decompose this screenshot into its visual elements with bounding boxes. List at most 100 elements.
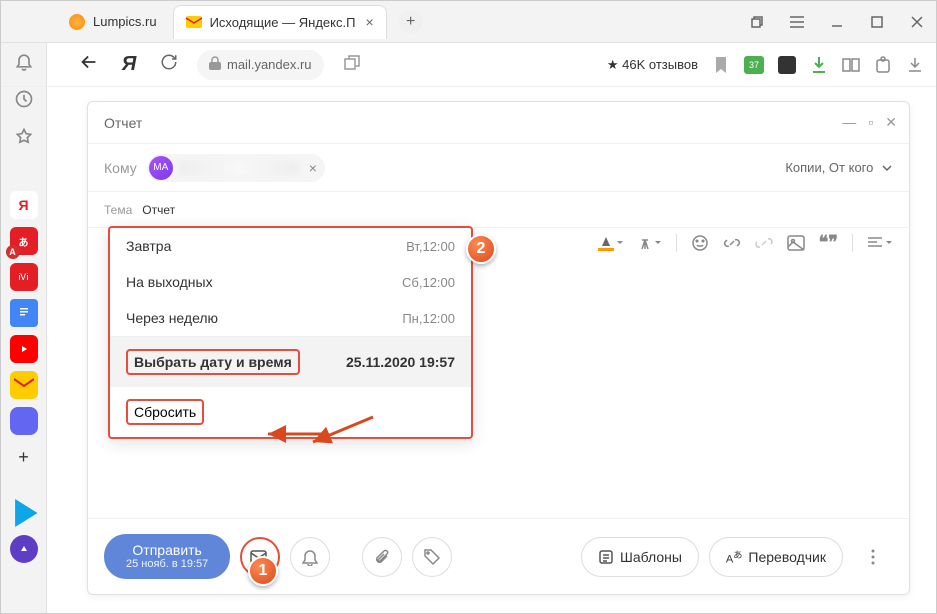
tab-title: Исходящие — Яндекс.П	[210, 15, 356, 30]
address-text: mail.yandex.ru	[227, 57, 312, 72]
callout-badge-1: 1	[248, 556, 278, 586]
tab-yandex-mail[interactable]: Исходящие — Яндекс.П ×	[173, 5, 387, 39]
lock-icon	[209, 56, 221, 73]
recipient-name-blurred	[179, 161, 299, 175]
add-app-icon[interactable]: +	[10, 443, 38, 471]
compose-bottom-bar: Отправить 25 нояб. в 19:57 Шаблоны	[88, 518, 909, 594]
schedule-option-weekend[interactable]: На выходных Сб,12:00	[110, 264, 471, 300]
window-controls	[746, 1, 928, 43]
minimize-icon[interactable]	[826, 11, 848, 33]
compose-close-icon[interactable]: ✕	[885, 114, 897, 131]
recipient-avatar: MA	[149, 156, 173, 180]
quote-icon[interactable]: ❝❞	[819, 232, 838, 253]
schedule-option-label: Через неделю	[126, 310, 218, 326]
schedule-custom-label: Выбрать дату и время	[126, 349, 300, 375]
maximize-icon[interactable]	[866, 11, 888, 33]
schedule-option-time: Вт,12:00	[406, 239, 455, 254]
tab-bar: Lumpics.ru Исходящие — Яндекс.П × +	[1, 1, 936, 43]
templates-button[interactable]: Шаблоны	[581, 537, 699, 577]
menu-icon[interactable]	[786, 11, 808, 33]
ivi-app-icon[interactable]: ᎥᏙᎥ	[10, 263, 38, 291]
compose-to-row: Кому MA × Копии, От кого	[88, 144, 909, 192]
copies-toggle[interactable]: Копии, От кого	[785, 160, 893, 175]
compose-expand-icon[interactable]: ▫	[868, 114, 873, 131]
schedule-option-label: На выходных	[126, 274, 213, 290]
schedule-option-label: Завтра	[126, 238, 171, 254]
app-icon[interactable]	[10, 407, 38, 435]
send-sublabel: 25 нояб. в 19:57	[126, 558, 208, 571]
reminder-button[interactable]	[290, 537, 330, 577]
extensions-icon[interactable]	[874, 56, 892, 74]
history-icon[interactable]	[10, 85, 38, 113]
font-size-icon[interactable]	[638, 235, 662, 251]
translate-app-icon[interactable]: あ A	[10, 227, 38, 255]
browser-sidebar: Я あ A ᎥᏙᎥ +	[1, 1, 47, 613]
chip-remove-icon[interactable]: ×	[309, 160, 317, 176]
copy-window-icon[interactable]	[746, 11, 768, 33]
templates-label: Шаблоны	[620, 549, 682, 565]
downloads-icon[interactable]	[906, 56, 924, 74]
docs-app-icon[interactable]	[10, 299, 38, 327]
media-app-icon[interactable]	[10, 499, 38, 527]
tab-lumpics[interactable]: Lumpics.ru	[57, 5, 169, 39]
send-label: Отправить	[132, 542, 201, 558]
subject-label: Тема	[104, 203, 132, 217]
yandex-app-icon[interactable]: Я	[10, 191, 38, 219]
compose-title: Отчет	[104, 115, 142, 131]
schedule-option-nextweek[interactable]: Через неделю Пн,12:00	[110, 300, 471, 336]
download-ext-icon[interactable]	[810, 56, 828, 74]
schedule-custom-time: 25.11.2020 19:57	[346, 354, 455, 370]
image-icon[interactable]	[787, 235, 805, 251]
youtube-app-icon[interactable]	[10, 335, 38, 363]
tab-favicon	[186, 14, 202, 30]
alice-icon[interactable]	[10, 535, 38, 563]
compose-subject-row: Тема Отчет	[88, 192, 909, 228]
tab-title: Lumpics.ru	[93, 14, 157, 29]
mail-app-icon[interactable]	[10, 371, 38, 399]
to-label: Кому	[104, 160, 137, 176]
extension-icon[interactable]	[778, 56, 796, 74]
bookmarks-star-icon[interactable]	[10, 123, 38, 151]
schedule-custom-row[interactable]: Выбрать дату и время 25.11.2020 19:57	[110, 337, 471, 387]
address-bar[interactable]: mail.yandex.ru	[197, 50, 324, 80]
close-window-icon[interactable]	[906, 11, 928, 33]
translator-label: Переводчик	[748, 549, 826, 565]
tab-favicon	[69, 14, 85, 30]
send-button[interactable]: Отправить 25 нояб. в 19:57	[104, 534, 230, 580]
schedule-popup: Завтра Вт,12:00 На выходных Сб,12:00 Чер…	[108, 226, 473, 439]
recipient-chip[interactable]: MA ×	[147, 154, 325, 182]
back-button[interactable]	[77, 51, 101, 79]
pinned-apps: Я あ A ᎥᏙᎥ +	[10, 191, 38, 563]
bookmark-icon[interactable]	[712, 56, 730, 74]
tab-close-icon[interactable]: ×	[365, 14, 373, 30]
attach-button[interactable]	[362, 537, 402, 577]
reviews-badge[interactable]: ★ 46K отзывов	[607, 57, 698, 73]
compose-minimize-icon[interactable]: —	[842, 114, 856, 131]
callout-badge-2: 2	[466, 234, 496, 264]
reader-ext-icon[interactable]	[842, 56, 860, 74]
schedule-reset-label: Сбросить	[126, 399, 204, 425]
translator-button[interactable]: Aあ Переводчик	[709, 537, 843, 577]
align-icon[interactable]	[867, 236, 893, 250]
unlink-icon[interactable]	[755, 234, 773, 252]
browser-toolbar: Я mail.yandex.ru ★ 46K отзывов 37	[1, 43, 936, 87]
schedule-option-time: Сб,12:00	[402, 275, 455, 290]
compose-panel: Отчет — ▫ ✕ Кому MA × Копии, От кого Тем…	[87, 101, 910, 595]
tag-button[interactable]	[412, 537, 452, 577]
editor-toolbar: ❝❞	[598, 232, 893, 253]
yandex-home-icon[interactable]: Я	[117, 53, 141, 76]
schedule-option-tomorrow[interactable]: Завтра Вт,12:00	[110, 228, 471, 264]
text-color-icon[interactable]	[598, 235, 624, 251]
toolbar-divider	[852, 234, 853, 252]
reload-button[interactable]	[157, 53, 181, 77]
annotation-arrow	[258, 424, 328, 444]
compose-header: Отчет — ▫ ✕	[88, 102, 909, 144]
link-icon[interactable]	[723, 234, 741, 252]
schedule-option-time: Пн,12:00	[402, 311, 455, 326]
share-icon[interactable]	[340, 55, 364, 74]
new-tab-button[interactable]: +	[399, 10, 423, 34]
emoji-icon[interactable]	[691, 234, 709, 252]
calendar-ext-icon[interactable]: 37	[744, 56, 764, 74]
more-button[interactable]	[853, 537, 893, 577]
subject-value[interactable]: Отчет	[142, 203, 175, 217]
